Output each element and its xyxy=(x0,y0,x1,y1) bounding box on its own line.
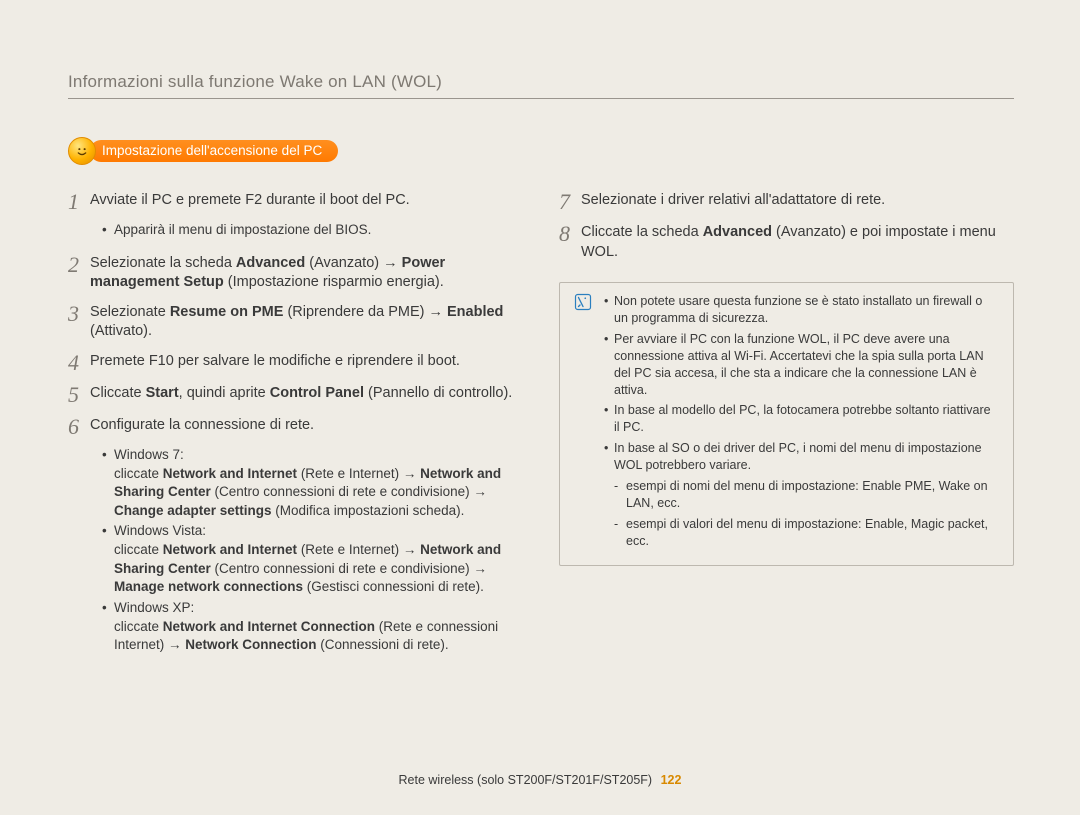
step-text: Premete F10 per salvare le modifiche e r… xyxy=(90,350,523,372)
step: 3Selezionate Resume on PME (Riprendere d… xyxy=(68,301,523,342)
section-badge: Impostazione dell'accensione del PC xyxy=(68,137,1014,165)
note-sublist: esempi di nomi del menu di impostazione:… xyxy=(614,478,999,550)
step-text: Avviate il PC e premete F2 durante il bo… xyxy=(90,189,523,211)
step-sublist: Windows 7:cliccate Network and Internet … xyxy=(102,446,523,655)
step-number: 7 xyxy=(559,189,581,213)
step-text: Selezionate Resume on PME (Riprendere da… xyxy=(90,301,523,342)
sub-item: Windows Vista:cliccate Network and Inter… xyxy=(102,522,523,597)
step-number: 5 xyxy=(68,382,90,406)
step: 6Configurate la connessione di rete. xyxy=(68,414,523,438)
note-subitem: esempi di nomi del menu di impostazione:… xyxy=(614,478,999,512)
step-number: 6 xyxy=(68,414,90,438)
step-text: Selezionate la scheda Advanced (Avanzato… xyxy=(90,252,523,293)
note-item: In base al modello del PC, la fotocamera… xyxy=(604,402,999,436)
step-sublist: Apparirà il menu di impostazione del BIO… xyxy=(102,221,523,240)
note-item: Non potete usare questa funzione se è st… xyxy=(604,293,999,327)
page-title: Informazioni sulla funzione Wake on LAN … xyxy=(68,72,1014,99)
step: 2Selezionate la scheda Advanced (Avanzat… xyxy=(68,252,523,293)
step: 8Cliccate la scheda Advanced (Avanzato) … xyxy=(559,221,1014,262)
footer-text: Rete wireless (solo ST200F/ST201F/ST205F… xyxy=(399,773,653,787)
content-columns: 1Avviate il PC e premete F2 durante il b… xyxy=(68,189,1014,667)
step-text: Cliccate la scheda Advanced (Avanzato) e… xyxy=(581,221,1014,262)
page-footer: Rete wireless (solo ST200F/ST201F/ST205F… xyxy=(0,773,1080,787)
note-list: Non potete usare questa funzione se è st… xyxy=(604,293,999,553)
note-item: In base al SO o dei driver del PC, i nom… xyxy=(604,440,999,549)
sub-item: Windows 7:cliccate Network and Internet … xyxy=(102,446,523,521)
step-number: 8 xyxy=(559,221,581,245)
page-number: 122 xyxy=(661,773,682,787)
step: 5Cliccate Start, quindi aprite Control P… xyxy=(68,382,523,406)
step-text: Selezionate i driver relativi all'adatta… xyxy=(581,189,1014,211)
note-subitem: esempi di valori del menu di impostazion… xyxy=(614,516,999,550)
step-number: 1 xyxy=(68,189,90,213)
step-text: Configurate la connessione di rete. xyxy=(90,414,523,436)
sub-item: Windows XP:cliccate Network and Internet… xyxy=(102,599,523,655)
step-number: 2 xyxy=(68,252,90,276)
step-number: 3 xyxy=(68,301,90,325)
step-number: 4 xyxy=(68,350,90,374)
step-text: Cliccate Start, quindi aprite Control Pa… xyxy=(90,382,523,404)
document-page: Informazioni sulla funzione Wake on LAN … xyxy=(0,0,1080,667)
sub-item: Apparirà il menu di impostazione del BIO… xyxy=(102,221,523,240)
smiley-icon xyxy=(68,137,96,165)
step: 1Avviate il PC e premete F2 durante il b… xyxy=(68,189,523,213)
step: 7Selezionate i driver relativi all'adatt… xyxy=(559,189,1014,213)
right-column: 7Selezionate i driver relativi all'adatt… xyxy=(559,189,1014,667)
section-badge-label: Impostazione dell'accensione del PC xyxy=(90,140,338,163)
note-box: Non potete usare questa funzione se è st… xyxy=(559,282,1014,566)
left-column: 1Avviate il PC e premete F2 durante il b… xyxy=(68,189,523,667)
note-item: Per avviare il PC con la funzione WOL, i… xyxy=(604,331,999,399)
note-icon xyxy=(574,293,594,553)
step: 4Premete F10 per salvare le modifiche e … xyxy=(68,350,523,374)
